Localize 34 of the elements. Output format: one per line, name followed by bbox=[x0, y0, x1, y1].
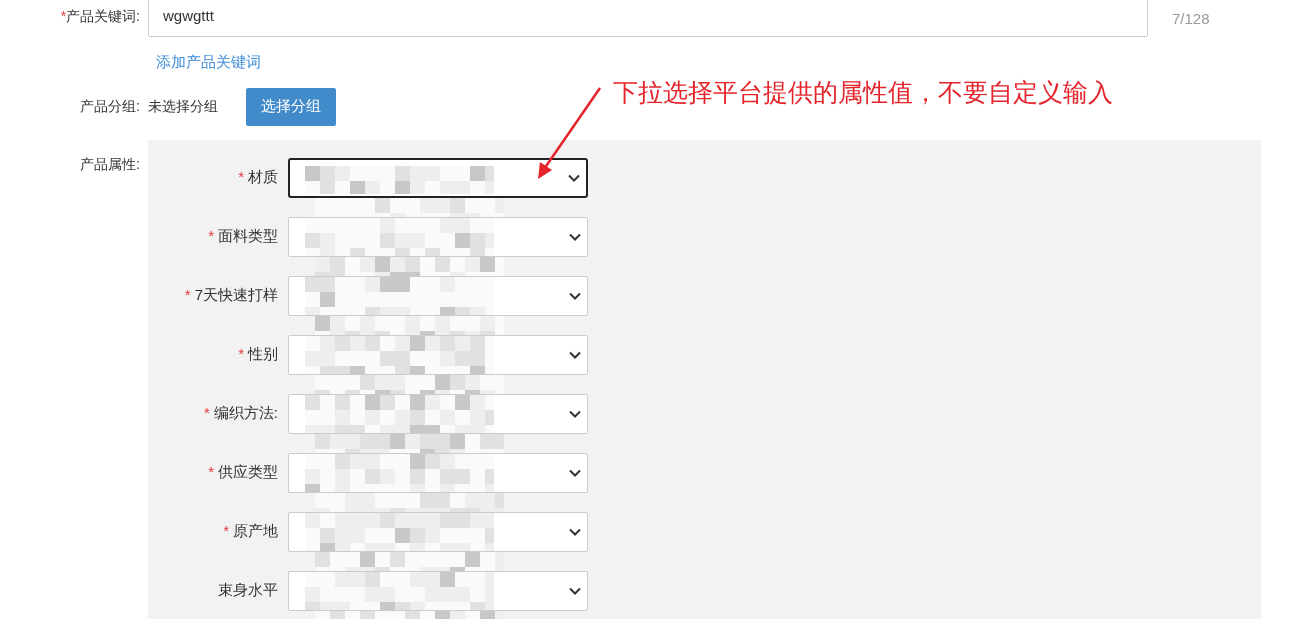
required-mark: * bbox=[208, 463, 214, 481]
group-status: 未选择分组 bbox=[148, 97, 219, 116]
attribute-label: 性别 bbox=[248, 345, 278, 363]
keyword-label: 产品关键词: bbox=[66, 8, 140, 24]
required-mark: * bbox=[238, 168, 244, 186]
chevron-down-icon bbox=[569, 527, 581, 536]
chevron-down-icon bbox=[569, 291, 581, 300]
required-mark: * bbox=[208, 227, 214, 245]
attribute-label: 7天快速打样 bbox=[194, 286, 278, 304]
required-mark: * bbox=[204, 404, 210, 422]
chevron-down-icon bbox=[569, 232, 581, 241]
add-keyword-link[interactable]: 添加产品关键词 bbox=[156, 53, 261, 70]
chevron-down-icon bbox=[569, 468, 581, 477]
chevron-down-icon bbox=[569, 586, 581, 595]
attribute-label: 束身水平 bbox=[218, 581, 278, 599]
annotation-text: 下拉选择平台提供的属性值，不要自定义输入 bbox=[613, 77, 1113, 108]
attribute-label: 面料类型 bbox=[218, 227, 278, 245]
select-group-button[interactable]: 选择分组 bbox=[246, 87, 336, 126]
attributes-label: 产品属性: bbox=[79, 154, 141, 174]
chevron-down-icon bbox=[569, 350, 581, 359]
character-counter: 7/128 bbox=[1172, 9, 1210, 29]
required-mark: * bbox=[223, 522, 229, 540]
chevron-down-icon bbox=[568, 173, 580, 182]
group-label: 产品分组: bbox=[79, 97, 141, 116]
attribute-label: 材质 bbox=[248, 168, 278, 186]
attribute-label: 原产地 bbox=[233, 522, 278, 540]
required-mark: * bbox=[60, 8, 67, 24]
required-mark: * bbox=[238, 345, 244, 363]
attribute-label: 供应类型 bbox=[218, 463, 278, 481]
attribute-label: 编织方法: bbox=[213, 404, 278, 422]
chevron-down-icon bbox=[569, 409, 581, 418]
keyword-input[interactable]: wgwgttt bbox=[148, 0, 1148, 37]
required-mark: * bbox=[184, 286, 191, 304]
attribute-select[interactable] bbox=[288, 157, 588, 198]
